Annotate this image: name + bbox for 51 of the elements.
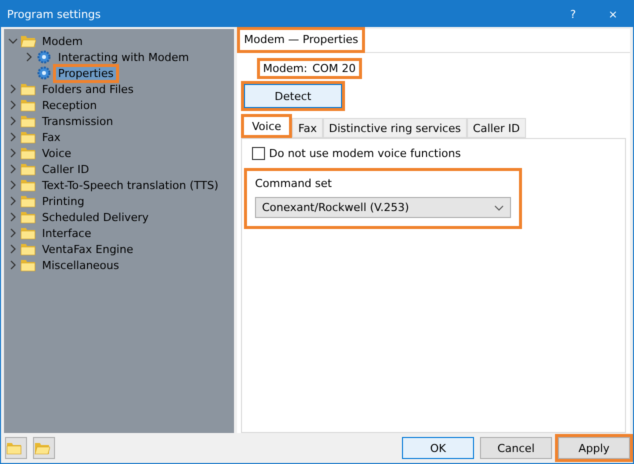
folder-icon: [20, 194, 36, 208]
gear-icon: [36, 50, 52, 64]
dialog-button[interactable]: OK: [402, 437, 474, 459]
window-title: Program settings: [7, 8, 102, 20]
folder-icon: [20, 82, 36, 96]
dialog-button[interactable]: Cancel: [480, 437, 552, 459]
dialog-button[interactable]: Apply: [558, 437, 630, 459]
tree-item[interactable]: Properties: [53, 64, 119, 82]
checkbox[interactable]: [252, 147, 265, 160]
tree-item[interactable]: VentaFax Engine: [40, 242, 136, 256]
tree-item[interactable]: Transmission: [40, 114, 116, 128]
tree-item[interactable]: Reception: [40, 98, 99, 112]
detect-button[interactable]: Detect: [244, 84, 342, 108]
open-folder-icon: [34, 441, 50, 455]
gear-icon: [36, 66, 52, 80]
open-folder-icon: [20, 34, 36, 48]
tree-item[interactable]: Folders and Files: [40, 82, 136, 96]
command-set-dropdown[interactable]: Conexant/Rockwell (V.253): [255, 197, 511, 218]
tree-item[interactable]: Fax: [40, 130, 63, 144]
chevron-down-icon: [494, 204, 504, 210]
folder-icon: [20, 210, 36, 224]
panel-header: Modem — Properties: [237, 26, 366, 52]
folder-icon: [20, 242, 36, 256]
modem-port: COM 20: [312, 62, 356, 75]
folder-icon: [20, 98, 36, 112]
tree-item[interactable]: Miscellaneous: [40, 258, 122, 272]
folder-icon: [20, 178, 36, 192]
folder-icon: [20, 226, 36, 240]
folder-icon: [20, 162, 36, 176]
tree-item[interactable]: Scheduled Delivery: [40, 210, 151, 224]
tree-item[interactable]: Modem: [40, 34, 85, 48]
tree-item[interactable]: Interface: [40, 226, 94, 240]
help-button[interactable]: ?: [553, 1, 593, 27]
folder-icon: [20, 114, 36, 128]
tab[interactable]: Distinctive ring services: [322, 118, 467, 138]
tree-item[interactable]: Printing: [40, 194, 86, 208]
tree-item[interactable]: Voice: [40, 146, 74, 160]
tab[interactable]: Caller ID: [466, 118, 526, 138]
tab[interactable]: Voice: [241, 114, 292, 138]
folder-icon: [6, 441, 22, 455]
tree-item[interactable]: Text-To-Speech translation (TTS): [40, 178, 220, 192]
tab[interactable]: Fax: [292, 118, 323, 138]
folder-icon: [20, 130, 36, 144]
folder-icon: [20, 146, 36, 160]
tree-item[interactable]: Interacting with Modem: [56, 50, 191, 64]
folder-icon: [20, 258, 36, 272]
checkbox-label: Do not use modem voice functions: [269, 147, 461, 160]
close-button[interactable]: ×: [593, 1, 633, 27]
tree-item[interactable]: Caller ID: [40, 162, 92, 176]
modem-label: Modem:: [263, 62, 308, 75]
command-set-label: Command set: [255, 177, 333, 190]
